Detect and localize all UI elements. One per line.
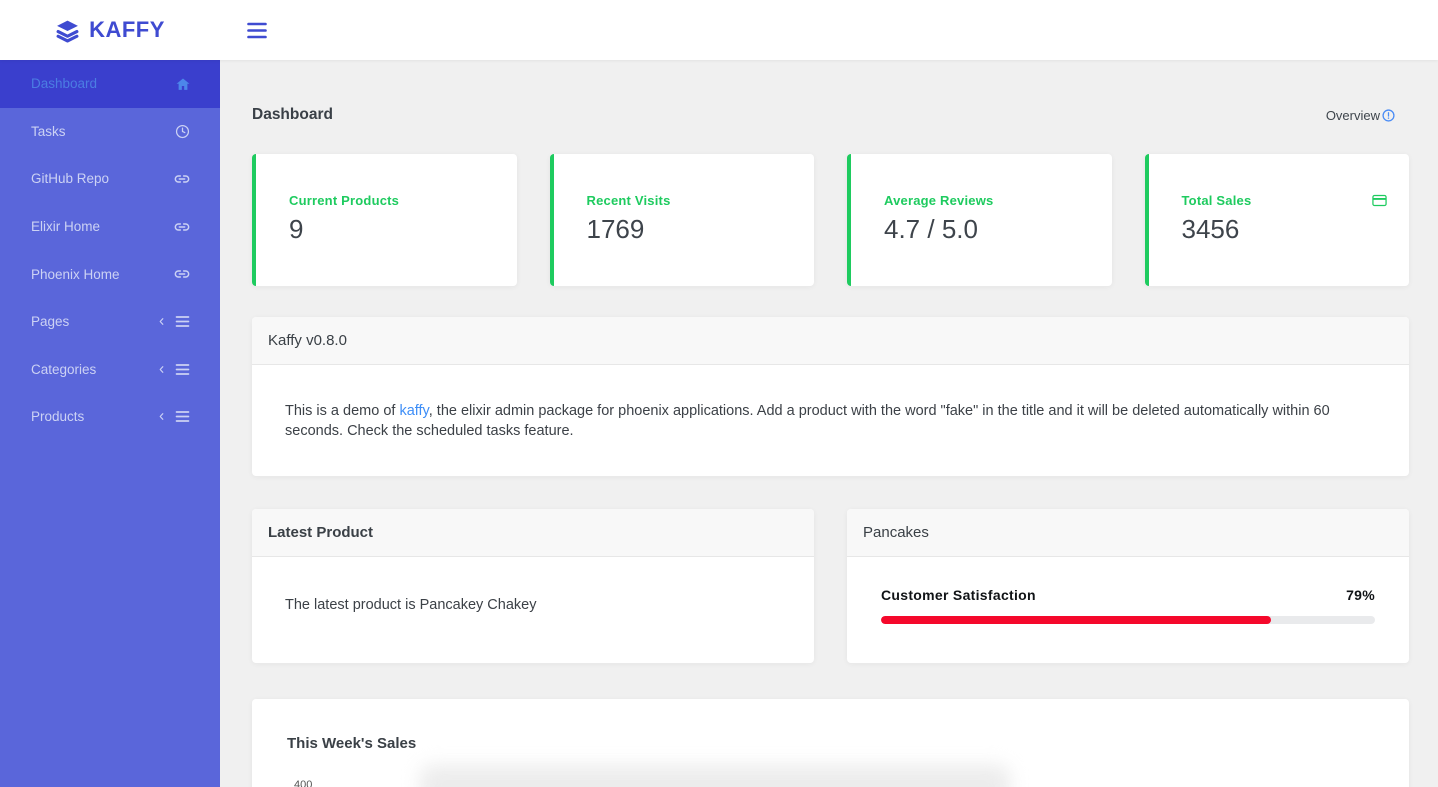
stat-cards-row: Current Products 9 Recent Visits 1769 Av…: [252, 154, 1409, 286]
sidebar-item-label: Pages: [31, 314, 70, 330]
info-circle-icon[interactable]: [1382, 108, 1395, 122]
pancakes-card-title: Pancakes: [847, 509, 1409, 557]
chart-area-placeholder: [420, 765, 1010, 787]
version-card-title: Kaffy v0.8.0: [252, 317, 1409, 365]
topbar: KAFFY: [0, 0, 1438, 60]
latest-product-title: Latest Product: [252, 509, 814, 557]
stat-title: Recent Visits: [586, 193, 671, 208]
menu-icon[interactable]: [247, 22, 267, 39]
version-card: Kaffy v0.8.0 This is a demo of kaffy, th…: [252, 317, 1409, 476]
sidebar-item-phoenix-home[interactable]: Phoenix Home: [0, 250, 220, 298]
stat-title: Average Reviews: [884, 193, 994, 208]
sidebar-item-products[interactable]: Products: [0, 393, 220, 441]
home-icon: [176, 78, 190, 90]
sidebar-item-categories[interactable]: Categories: [0, 346, 220, 394]
sidebar-item-label: Categories: [31, 361, 97, 377]
sidebar-item-label: Dashboard: [31, 76, 98, 92]
chart-axis-tick: 400: [294, 779, 313, 787]
version-card-body: This is a demo of kaffy, the elixir admi…: [252, 365, 1409, 476]
link-icon: [174, 222, 190, 231]
sidebar-item-tasks[interactable]: Tasks: [0, 108, 220, 156]
stat-card-total-sales: Total Sales 3456: [1144, 154, 1409, 286]
chevron-left-icon: [159, 318, 164, 326]
stat-title: Total Sales: [1181, 193, 1252, 208]
satisfaction-progress-track: [881, 616, 1375, 624]
credit-card-icon: [1372, 194, 1387, 207]
main-content: Dashboard Overview Current Products 9 Re…: [220, 60, 1438, 787]
satisfaction-progress-fill: [881, 616, 1272, 624]
sidebar-item-elixir-home[interactable]: Elixir Home: [0, 203, 220, 251]
list-icon: [175, 364, 190, 375]
clock-icon: [175, 124, 190, 138]
demo-text-before: This is a demo of: [285, 403, 400, 419]
stat-value: 4.7 / 5.0: [884, 214, 978, 244]
pancakes-card: Pancakes Customer Satisfaction 79%: [847, 509, 1409, 663]
stat-value: 3456: [1181, 214, 1240, 244]
chevron-left-icon: [159, 413, 164, 421]
weekly-sales-card: This Week's Sales 400: [252, 699, 1409, 787]
sidebar-item-label: Tasks: [31, 123, 66, 139]
list-icon: [175, 316, 190, 328]
sidebar-item-label: Elixir Home: [31, 219, 101, 235]
stat-title: Current Products: [289, 193, 400, 208]
satisfaction-value: 79%: [1346, 587, 1375, 603]
stat-card-recent-visits: Recent Visits 1769: [549, 154, 814, 286]
page-title: Dashboard: [252, 106, 333, 123]
latest-product-body: The latest product is Pancakey Chakey: [285, 597, 537, 613]
stat-value: 9: [289, 214, 304, 244]
brand-logo[interactable]: KAFFY: [0, 17, 220, 43]
brand-name: KAFFY: [89, 17, 165, 42]
kaffy-link[interactable]: kaffy: [399, 403, 428, 419]
list-icon: [175, 411, 190, 423]
sidebar-item-label: Products: [31, 409, 85, 425]
sidebar-item-github-repo[interactable]: GitHub Repo: [0, 155, 220, 203]
satisfaction-label: Customer Satisfaction: [881, 587, 1036, 603]
link-icon: [174, 270, 190, 278]
weekly-sales-title: This Week's Sales: [287, 735, 417, 752]
chevron-left-icon: [159, 365, 164, 373]
demo-text-after: , the elixir admin package for phoenix a…: [285, 403, 1330, 439]
sidebar-item-dashboard[interactable]: Dashboard: [0, 60, 220, 108]
link-icon: [174, 175, 190, 183]
stat-card-current-products: Current Products 9: [252, 154, 517, 286]
overview-label: Overview: [1326, 108, 1409, 123]
stat-value: 1769: [586, 214, 645, 244]
latest-product-card: Latest Product The latest product is Pan…: [252, 509, 814, 663]
sidebar-item-label: GitHub Repo: [31, 171, 110, 187]
sidebar-item-label: Phoenix Home: [31, 266, 120, 282]
stat-card-average-reviews: Average Reviews 4.7 / 5.0: [847, 154, 1112, 286]
sidebar: Dashboard Tasks GitHub Repo Elixir Home …: [0, 60, 220, 787]
sidebar-item-pages[interactable]: Pages: [0, 298, 220, 346]
layers-icon: [55, 18, 80, 43]
